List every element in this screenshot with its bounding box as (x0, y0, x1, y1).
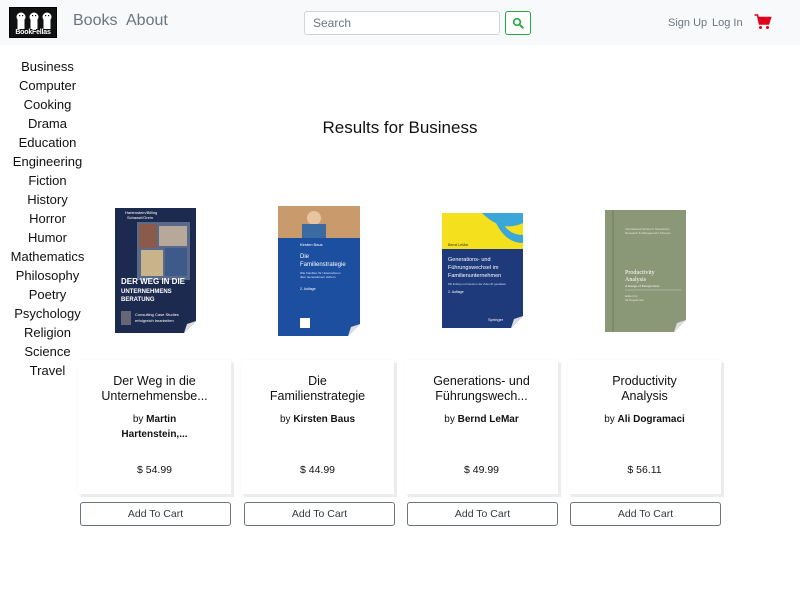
book-title-line: Productivity (612, 374, 677, 388)
svg-text:A Range of Perspectives: A Range of Perspectives (625, 284, 660, 288)
book-author: by Ali Dogramaci (576, 412, 713, 427)
category-drama[interactable]: Drama (0, 114, 95, 133)
category-cooking[interactable]: Cooking (0, 95, 95, 114)
category-humor[interactable]: Humor (0, 228, 95, 247)
category-fiction[interactable]: Fiction (0, 171, 95, 190)
book-title-line: Die (308, 374, 327, 388)
book-author: by Bernd LeMar (413, 412, 550, 427)
book-title-line: Analysis (621, 389, 668, 403)
cart-icon[interactable] (754, 14, 772, 30)
add-to-cart-button[interactable]: Add To Cart (80, 502, 231, 526)
nav-books-link[interactable]: Books (73, 12, 117, 30)
logo-heads-icon (16, 12, 52, 29)
book-title[interactable]: Der Weg in die Unternehmensbe... (86, 374, 223, 404)
category-mathematics[interactable]: Mathematics (0, 247, 95, 266)
svg-text:Bernd LeMar: Bernd LeMar (448, 243, 469, 247)
results-title: Results for Business (322, 118, 478, 137)
book-card[interactable]: Generations- und Führungswech... by Bern… (405, 360, 558, 494)
svg-text:Ali Dogramaci: Ali Dogramaci (625, 298, 644, 302)
book-title[interactable]: Generations- und Führungswech... (413, 374, 550, 404)
category-computer[interactable]: Computer (0, 76, 95, 95)
book-cover-image[interactable]: Hartenstein/Billing Schawel/Grein DER WE… (115, 208, 196, 333)
search-input[interactable] (304, 11, 500, 35)
book-price: $ 56.11 (627, 464, 662, 476)
add-to-cart-button[interactable]: Add To Cart (244, 502, 395, 526)
svg-text:Springer: Springer (488, 317, 504, 322)
book-card[interactable]: Der Weg in die Unternehmensbe... by Mart… (78, 360, 231, 494)
author-name: Bernd LeMar (457, 414, 519, 425)
category-horror[interactable]: Horror (0, 209, 95, 228)
book-cover-image[interactable]: Bernd LeMar Generations- und Führungswec… (442, 213, 523, 328)
sign-up-link[interactable]: Sign Up (668, 17, 707, 29)
book-cover-image[interactable]: Kirsten Baus Die Familienstrategie Wie F… (278, 206, 360, 336)
by-label: by (444, 414, 455, 425)
category-history[interactable]: History (0, 190, 95, 209)
category-engineering[interactable]: Engineering (0, 152, 95, 171)
author-name: Hartenstein,... (121, 429, 188, 440)
book-price: $ 44.99 (299, 464, 336, 476)
book-title-line: Familienstrategie (269, 389, 366, 403)
svg-text:Kirsten Baus: Kirsten Baus (300, 242, 323, 247)
svg-text:DER WEG IN DIE: DER WEG IN DIE (121, 277, 186, 286)
navbar: BookFellas Books About Sign Up Log In (0, 0, 800, 45)
book-cover-image[interactable]: International Series in Operations Resea… (605, 210, 686, 332)
svg-text:Führungswechsel im: Führungswechsel im (448, 265, 499, 271)
svg-text:Die: Die (300, 254, 310, 260)
category-education[interactable]: Education (0, 133, 95, 152)
svg-text:BERATUNG: BERATUNG (121, 297, 155, 303)
by-label: by (604, 414, 615, 425)
search-button[interactable] (505, 11, 531, 35)
svg-text:2. Auflage: 2. Auflage (300, 287, 316, 291)
category-religion[interactable]: Religion (0, 323, 95, 342)
book-author: by Kirsten Baus (249, 412, 386, 427)
svg-text:Productivity: Productivity (625, 270, 655, 276)
svg-text:über Generationen sichern: über Generationen sichern (300, 275, 336, 279)
add-to-cart-button[interactable]: Add To Cart (407, 502, 558, 526)
site-logo[interactable]: BookFellas (9, 7, 57, 38)
add-to-cart-button[interactable]: Add To Cart (570, 502, 721, 526)
author-name: Kirsten Baus (293, 414, 356, 425)
by-label: by (279, 414, 291, 425)
logo-text: BookFellas (15, 29, 51, 36)
svg-text:erfolgreich bearbeiten: erfolgreich bearbeiten (135, 318, 174, 323)
category-poetry[interactable]: Poetry (0, 285, 95, 304)
svg-text:Schawel/Grein: Schawel/Grein (127, 215, 153, 220)
category-science[interactable]: Science (0, 342, 95, 361)
book-price: $ 49.99 (463, 464, 500, 476)
svg-text:Analysis: Analysis (625, 277, 647, 283)
book-title-line: Führungswech... (435, 389, 528, 403)
book-card[interactable]: Die Familienstrategie by Kirsten Baus $ … (241, 360, 394, 494)
category-philosophy[interactable]: Philosophy (0, 266, 95, 285)
book-title[interactable]: Die Familienstrategie (249, 374, 386, 404)
category-business[interactable]: Business (0, 57, 95, 76)
log-in-link[interactable]: Log In (712, 17, 743, 29)
svg-text:Familienstrategie: Familienstrategie (300, 262, 346, 268)
book-title-line: Generations- und (433, 374, 530, 388)
svg-text:Consulting Case Studies: Consulting Case Studies (135, 312, 179, 317)
book-author: by Martin Hartenstein,... (86, 412, 223, 442)
svg-text:Research & Management Science: Research & Management Science (625, 231, 671, 235)
by-label: by (132, 414, 144, 425)
category-psychology[interactable]: Psychology (0, 304, 95, 323)
author-name: Ali Dogramaci (617, 414, 685, 425)
search-icon (512, 17, 524, 29)
svg-text:Generations- und: Generations- und (448, 257, 491, 263)
svg-text:Mit Erfolg und Gewinn die Zuku: Mit Erfolg und Gewinn die Zukunft gestal… (448, 282, 507, 286)
svg-text:2. Auflage: 2. Auflage (448, 290, 464, 294)
svg-text:Familienunternehmen: Familienunternehmen (448, 273, 501, 279)
book-title-line: Unternehmensbe... (101, 389, 208, 403)
book-price: $ 54.99 (136, 464, 173, 476)
svg-text:UNTERNEHMENS: UNTERNEHMENS (121, 289, 172, 295)
nav-about-link[interactable]: About (126, 12, 168, 30)
book-title[interactable]: Productivity Analysis (576, 374, 713, 404)
book-card[interactable]: Productivity Analysis by Ali Dogramaci $… (568, 360, 721, 494)
author-name: Martin (146, 414, 177, 425)
book-title-line: Der Weg in die (113, 374, 196, 388)
